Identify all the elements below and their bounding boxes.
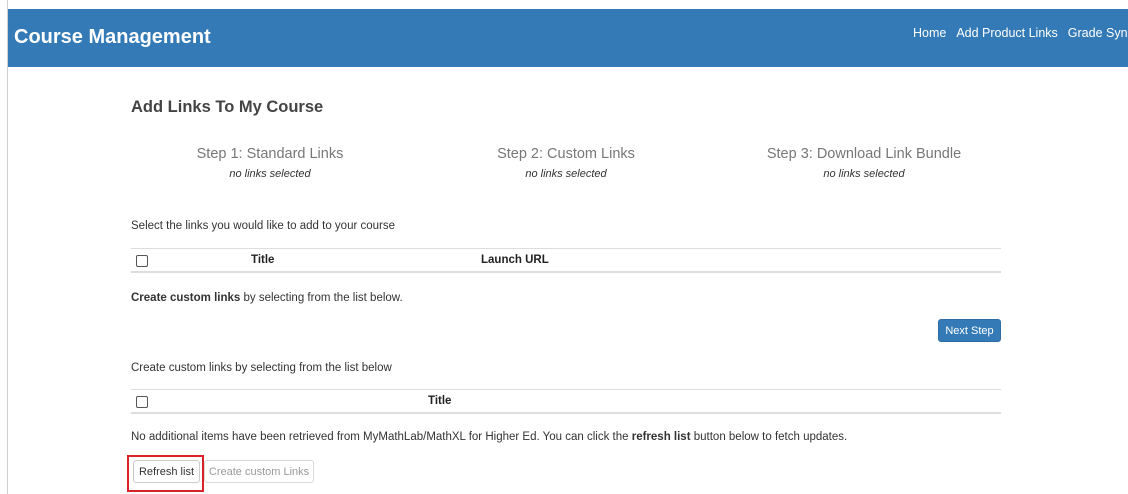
nav-grade-sync-link[interactable]: Grade Syn [1068,26,1128,40]
step-download-link-bundle: Step 3: Download Link Bundle no links se… [734,146,994,180]
step-status: no links selected [823,168,905,180]
nav-links: Home Add Product Links Grade Syn [913,26,1128,40]
standard-links-instruction: Select the links you would like to add t… [131,220,396,232]
app-brand[interactable]: Course Management [14,26,211,49]
select-all-checkbox[interactable] [136,255,148,267]
notice-text-bold: refresh list [631,431,691,443]
custom-links-table-header: Title [131,389,1001,414]
nav-add-product-links-link[interactable]: Add Product Links [956,26,1057,40]
window-left-edge [0,0,8,494]
standard-links-table-header: Title Launch URL [131,248,1001,273]
page-title: Add Links To My Course [131,98,324,116]
step-custom-links: Step 2: Custom Links no links selected [436,146,696,180]
step-label: Step 2: Custom Links [497,146,635,162]
step-status: no links selected [525,168,607,180]
window-top-edge [0,0,1128,8]
highlight-annotation-box [127,455,204,492]
custom-links-prompt-bold: Create custom links [131,292,241,304]
step-label: Step 1: Standard Links [196,146,344,162]
step-label: Step 3: Download Link Bundle [766,146,962,162]
notice-text-after: button below to fetch updates. [690,431,848,443]
column-header-title[interactable]: Title [428,395,451,407]
custom-links-prompt-rest: by selecting from the list below. [240,292,403,304]
custom-links-instruction: Create custom links by selecting from th… [131,362,392,374]
select-all-checkbox[interactable] [136,396,148,408]
create-custom-links-button: Create custom Links [204,460,314,483]
custom-links-prompt: Create custom links by selecting from th… [131,292,403,304]
nav-home-link[interactable]: Home [913,26,946,40]
step-status: no links selected [229,168,311,180]
top-navbar: Course Management Home Add Product Links… [8,9,1128,67]
step-standard-links: Step 1: Standard Links no links selected [140,146,400,180]
next-step-button[interactable]: Next Step [938,319,1001,342]
column-header-title[interactable]: Title [251,254,274,266]
column-header-launch-url[interactable]: Launch URL [481,254,549,266]
no-items-notice: No additional items have been retrieved … [131,431,847,443]
notice-text-before: No additional items have been retrieved … [131,431,632,443]
